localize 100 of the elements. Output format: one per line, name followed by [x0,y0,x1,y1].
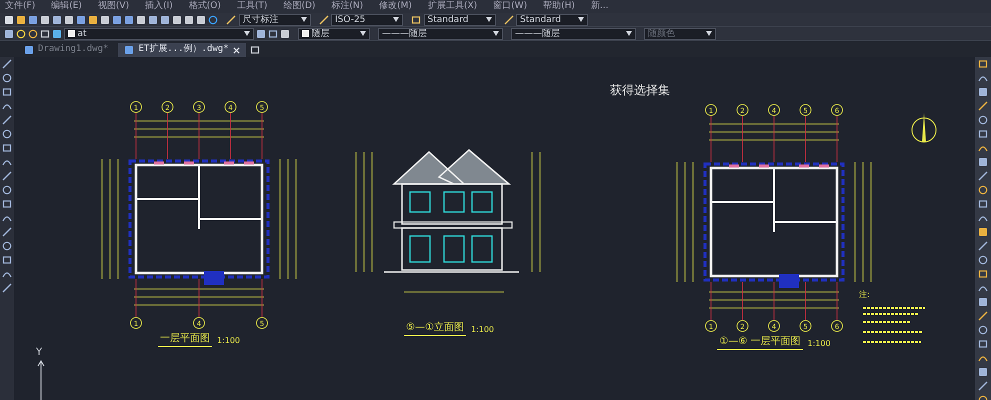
circle-icon[interactable] [2,73,12,83]
menu-item[interactable]: 编辑(E) [50,0,83,13]
new-tab-icon[interactable] [250,45,260,55]
rectangle-icon[interactable] [2,143,12,153]
line-icon[interactable] [978,101,988,111]
line-icon[interactable] [978,171,988,181]
rectangle-icon[interactable] [978,339,988,349]
menu-item[interactable]: 窗口(W) [492,0,528,13]
document-icon[interactable] [124,45,134,55]
square-icon[interactable] [4,14,14,24]
dropdown[interactable]: 随层 [298,28,370,40]
rectangle-icon[interactable] [2,255,12,265]
square-icon[interactable] [978,367,988,377]
circle-icon[interactable] [978,185,988,195]
notes-text-drawing [863,306,925,342]
square-icon[interactable] [978,157,988,167]
square-icon[interactable] [52,14,62,24]
rectangle-icon[interactable] [978,59,988,69]
square-icon[interactable] [148,14,158,24]
line-icon[interactable] [978,311,988,321]
square-icon[interactable] [16,14,26,24]
circle-icon[interactable] [978,325,988,335]
square-icon[interactable] [136,14,146,24]
menu-item[interactable]: 标注(N) [330,0,364,13]
square-icon[interactable] [40,28,50,38]
line-icon[interactable] [978,241,988,251]
scale-label: 1:100 [808,338,831,350]
line-icon[interactable] [978,381,988,391]
dropdown[interactable]: Standard [516,14,588,26]
axis-arrow-icon [36,360,46,400]
square-icon[interactable] [28,14,38,24]
square-icon[interactable] [100,14,110,24]
square-icon[interactable] [88,14,98,24]
rectangle-icon[interactable] [2,199,12,209]
caret-icon [626,31,632,36]
square-icon[interactable] [184,14,194,24]
circle-icon[interactable] [2,185,12,195]
caret-icon [706,31,712,36]
caret-icon [360,31,366,36]
rectangle-icon[interactable] [978,129,988,139]
rectangle-icon[interactable] [2,87,12,97]
line-icon[interactable] [2,283,12,293]
square-icon[interactable] [76,14,86,24]
file-tab[interactable]: ET扩展...例）.dwg* [118,43,246,57]
dropdown[interactable]: Standard [424,14,496,26]
scale-label: 1:100 [216,335,240,347]
axis-label: Y [36,346,42,360]
menu-item[interactable]: 新... [590,0,610,13]
square-icon[interactable] [196,14,206,24]
square-icon[interactable] [124,14,134,24]
dropdown: 随颜色 [644,28,716,40]
line-icon[interactable] [2,59,12,69]
drawing-title: ⑤—①立面图 [404,320,466,336]
line-icon[interactable] [2,115,12,125]
menu-item[interactable]: 插入(I) [144,0,174,13]
square-icon[interactable] [40,14,50,24]
rectangle-icon[interactable] [978,199,988,209]
drawing-title: ①—⑥ 一层平面图 [717,334,803,350]
circle-icon[interactable] [2,129,12,139]
swatch-icon [302,30,309,37]
table-icon[interactable] [411,14,421,24]
document-icon[interactable] [24,45,34,55]
caret-icon [578,17,584,22]
square-icon[interactable] [172,14,182,24]
rectangle-icon[interactable] [978,269,988,279]
menu-item[interactable]: 绘图(D) [282,0,316,13]
circle-icon[interactable] [978,115,988,125]
layer-dropdown[interactable]: at [64,28,254,40]
caret-icon [300,17,306,22]
square-icon[interactable] [978,227,988,237]
caret-icon [493,31,499,36]
caret-icon [244,31,250,36]
square-icon[interactable] [978,87,988,97]
menu-item[interactable]: 帮助(H) [542,0,576,13]
square-icon[interactable] [64,14,74,24]
scale-label: 1:100 [470,324,494,336]
caret-icon [486,17,492,22]
dropdown[interactable]: 尺寸标注 [238,14,310,26]
line-icon[interactable] [2,171,12,181]
layers-icon[interactable] [4,28,14,38]
dropdown[interactable]: ———随层 [511,28,636,40]
close-icon[interactable] [232,46,240,54]
circle-icon[interactable] [208,14,218,24]
circle-icon[interactable] [978,255,988,265]
dropdown[interactable]: ISO-25 [331,14,403,26]
menu-item[interactable]: 视图(V) [96,0,130,13]
circle-icon[interactable] [2,241,12,251]
square-icon[interactable] [978,297,988,307]
menu-item[interactable]: 扩展工具(X) [426,0,478,13]
line-icon[interactable] [2,227,12,237]
file-tab[interactable]: Drawing1.dwg* [18,43,114,57]
swatch-icon [68,30,75,37]
menu-item[interactable]: 修改(M) [378,0,413,13]
square-icon[interactable] [112,14,122,24]
notes-heading: 注: [859,289,871,301]
menu-item[interactable]: 工具(T) [236,0,268,13]
square-icon[interactable] [160,14,170,24]
dropdown[interactable]: ———随层 [378,28,503,40]
menu-item[interactable]: 格式(O) [188,0,222,13]
menu-item[interactable]: 文件(F) [4,0,36,13]
